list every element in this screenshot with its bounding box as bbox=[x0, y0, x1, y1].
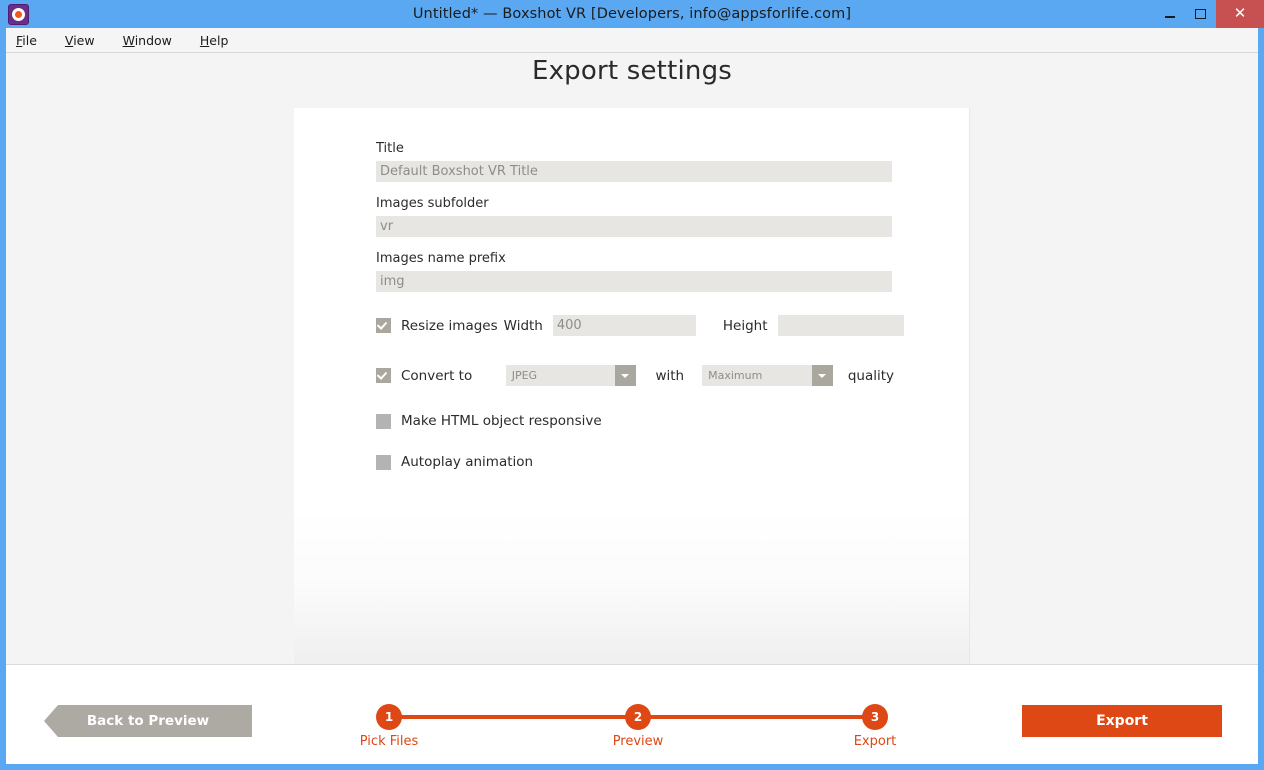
autoplay-label: Autoplay animation bbox=[401, 454, 534, 470]
prefix-field-label: Images name prefix bbox=[376, 251, 506, 266]
format-select-button[interactable] bbox=[615, 365, 637, 386]
autoplay-checkbox[interactable] bbox=[376, 454, 391, 470]
menu-bar: File View Window Help bbox=[6, 28, 1258, 53]
application-window: Untitled* — Boxshot VR [Developers, info… bbox=[0, 0, 1264, 770]
height-input[interactable] bbox=[777, 315, 904, 336]
menu-item-file[interactable]: File bbox=[16, 33, 37, 48]
menu-mnemonic: H bbox=[199, 32, 210, 48]
resize-images-label: Resize images bbox=[401, 317, 498, 334]
window-title: Untitled* — Boxshot VR [Developers, info… bbox=[412, 6, 852, 22]
convert-to-label: Convert to bbox=[401, 367, 473, 384]
resize-images-row: Resize images Width Height bbox=[376, 315, 904, 336]
quality-select-value: Maximum bbox=[708, 369, 763, 382]
close-button[interactable]: ✕ bbox=[1216, 0, 1264, 28]
minimize-button[interactable] bbox=[1154, 0, 1185, 28]
step-3-number: 3 bbox=[862, 704, 888, 730]
check-icon bbox=[376, 369, 388, 380]
quality-select-button[interactable] bbox=[811, 365, 833, 386]
menu-mnemonic: V bbox=[64, 32, 74, 48]
menu-label: iew bbox=[73, 32, 95, 48]
menu-label: indow bbox=[134, 32, 172, 48]
subfolder-input[interactable] bbox=[376, 216, 892, 237]
minimize-icon bbox=[1165, 16, 1175, 18]
step-1-number: 1 bbox=[376, 704, 402, 730]
subfolder-field-group: Images subfolder bbox=[376, 196, 894, 237]
format-select[interactable]: JPEG bbox=[505, 365, 637, 386]
responsive-checkbox[interactable] bbox=[376, 413, 391, 429]
quality-label: quality bbox=[847, 367, 895, 384]
footer-bar: Back to Preview 1 Pick Files 2 Preview 3… bbox=[6, 664, 1258, 764]
prefix-field-group: Images name prefix bbox=[376, 251, 894, 292]
settings-card: Title Images subfolder Images name prefi… bbox=[294, 108, 970, 665]
maximize-icon bbox=[1195, 9, 1206, 19]
format-select-value: JPEG bbox=[511, 369, 538, 382]
chevron-down-icon bbox=[817, 374, 826, 378]
menu-label: elp bbox=[209, 32, 229, 48]
width-label: Width bbox=[503, 317, 543, 334]
chevron-down-icon bbox=[621, 374, 630, 378]
step-1-label: Pick Files bbox=[359, 734, 419, 749]
autoplay-row: Autoplay animation bbox=[376, 454, 894, 470]
page-title: Export settings bbox=[531, 56, 733, 86]
menu-item-help[interactable]: Help bbox=[200, 33, 229, 48]
responsive-row: Make HTML object responsive bbox=[376, 413, 894, 429]
export-settings-form: Title Images subfolder Images name prefi… bbox=[376, 141, 904, 470]
menu-label: ile bbox=[22, 32, 37, 48]
step-3-label: Export bbox=[853, 734, 897, 749]
step-2-label: Preview bbox=[612, 734, 664, 749]
convert-to-checkbox[interactable] bbox=[376, 368, 391, 383]
export-button[interactable]: Export bbox=[1022, 705, 1222, 737]
with-label: with bbox=[655, 367, 685, 384]
check-icon bbox=[376, 319, 388, 330]
menu-mnemonic: W bbox=[122, 32, 135, 48]
window-controls: ✕ bbox=[1154, 0, 1264, 28]
subfolder-field-label: Images subfolder bbox=[376, 196, 489, 211]
step-progress: 1 Pick Files 2 Preview 3 Export bbox=[360, 703, 896, 755]
convert-to-row: Convert to JPEG with Maximum quality bbox=[376, 365, 894, 386]
title-field-label: Title bbox=[376, 141, 404, 156]
menu-item-window[interactable]: Window bbox=[123, 33, 172, 48]
close-icon: ✕ bbox=[1233, 4, 1247, 22]
title-bar: Untitled* — Boxshot VR [Developers, info… bbox=[0, 0, 1264, 28]
responsive-label: Make HTML object responsive bbox=[401, 413, 602, 429]
prefix-input[interactable] bbox=[376, 271, 892, 292]
back-to-preview-button[interactable]: Back to Preview bbox=[44, 705, 252, 737]
title-field-group: Title bbox=[376, 141, 894, 182]
height-label: Height bbox=[722, 317, 768, 334]
maximize-button[interactable] bbox=[1185, 0, 1216, 28]
width-input[interactable] bbox=[552, 315, 696, 336]
step-2-number: 2 bbox=[625, 704, 651, 730]
client-area: Export settings Title Images subfolder I… bbox=[6, 53, 1258, 764]
menu-item-view[interactable]: View bbox=[65, 33, 95, 48]
quality-select[interactable]: Maximum bbox=[702, 365, 833, 386]
title-input[interactable] bbox=[376, 161, 892, 182]
resize-images-checkbox[interactable] bbox=[376, 318, 391, 333]
